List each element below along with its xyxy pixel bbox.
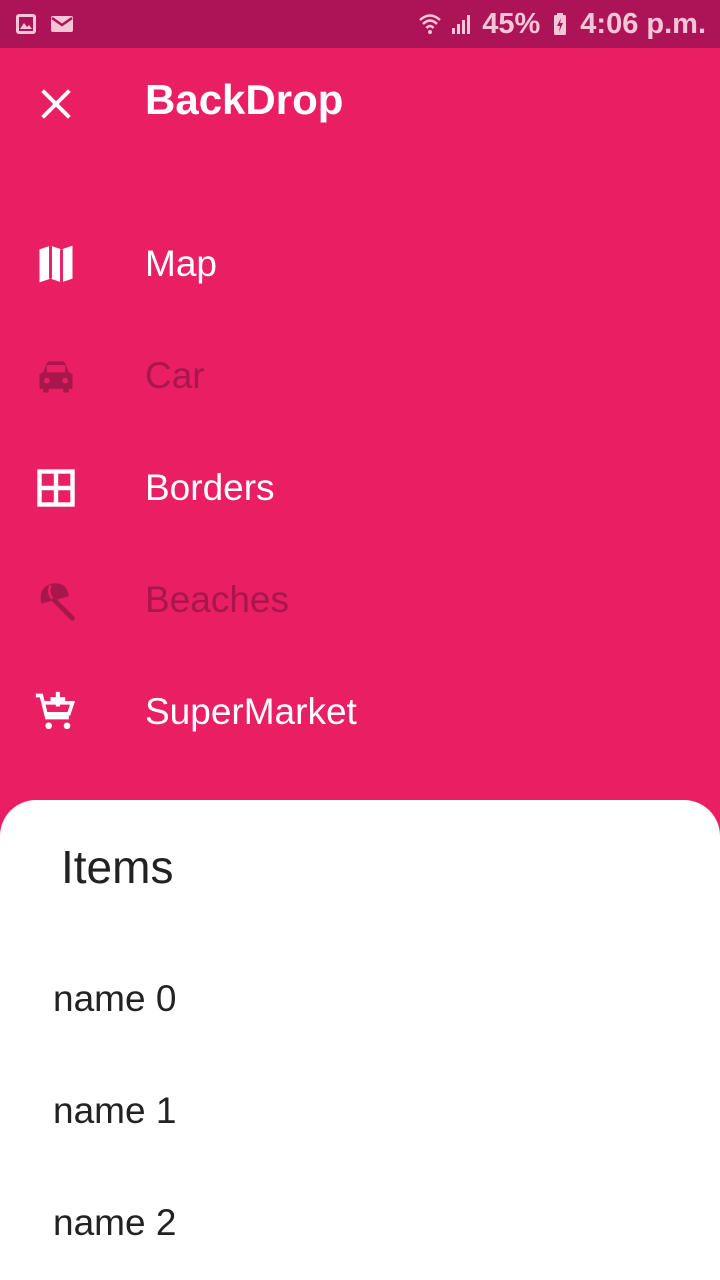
- menu-item-label: Beaches: [145, 579, 289, 620]
- beach-umbrella-icon: [32, 576, 80, 624]
- menu-item-label: Car: [145, 355, 205, 396]
- map-icon: [32, 240, 80, 288]
- image-icon: [14, 12, 38, 36]
- wifi-icon: [418, 12, 442, 36]
- car-icon: [32, 352, 80, 400]
- list-item-label: name 0: [53, 978, 177, 1019]
- status-bar: 45% 4:06 p.m.: [0, 0, 720, 48]
- backdrop-menu: Map Car Borders Beaches SuperMarket: [0, 208, 720, 768]
- list-item[interactable]: name 0: [0, 944, 720, 1056]
- items-list: name 0 name 1 name 2: [0, 944, 720, 1280]
- list-item[interactable]: name 1: [0, 1056, 720, 1168]
- menu-item-supermarket[interactable]: SuperMarket: [0, 656, 720, 768]
- signal-icon: [450, 12, 474, 36]
- mail-icon: [50, 12, 74, 36]
- menu-item-map[interactable]: Map: [0, 208, 720, 320]
- status-time: 4:06 p.m.: [580, 7, 706, 40]
- add-shopping-cart-icon: [32, 688, 80, 736]
- app-bar: BackDrop: [0, 48, 720, 160]
- front-layer-sheet: Items name 0 name 1 name 2: [0, 800, 720, 1280]
- menu-item-label: Map: [145, 243, 217, 284]
- menu-item-label: SuperMarket: [145, 691, 357, 732]
- menu-item-borders[interactable]: Borders: [0, 432, 720, 544]
- battery-charging-icon: [548, 12, 572, 36]
- page-title: BackDrop: [145, 76, 344, 123]
- list-item-label: name 2: [53, 1202, 177, 1243]
- menu-item-beaches[interactable]: Beaches: [0, 544, 720, 656]
- list-item[interactable]: name 2: [0, 1168, 720, 1280]
- battery-percent: 45%: [482, 7, 541, 40]
- close-icon: [38, 86, 74, 122]
- menu-item-label: Borders: [145, 467, 275, 508]
- sheet-title: Items: [61, 841, 174, 893]
- border-all-icon: [32, 464, 80, 512]
- close-button[interactable]: [20, 78, 92, 130]
- list-item-label: name 1: [53, 1090, 177, 1131]
- menu-item-car[interactable]: Car: [0, 320, 720, 432]
